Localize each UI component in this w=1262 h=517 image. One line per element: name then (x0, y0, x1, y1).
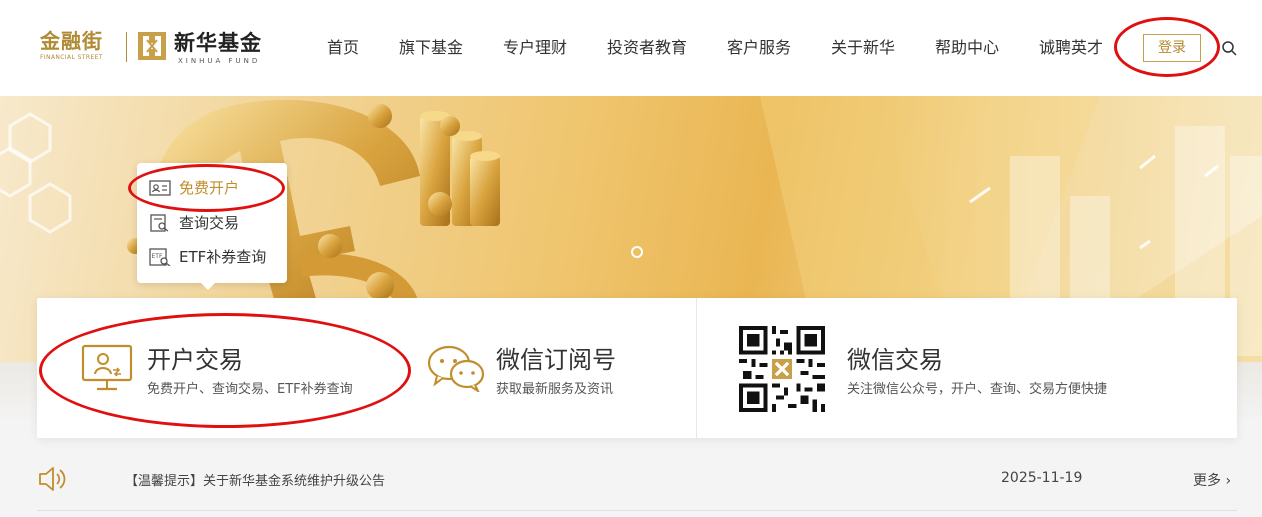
service-wechat-subscription-desc: 获取最新服务及资讯 (496, 382, 614, 397)
etf-search-icon: ETF (149, 248, 171, 266)
nav-item-home[interactable]: 首页 (327, 38, 359, 58)
nav-item-about[interactable]: 关于新华 (831, 38, 895, 58)
logo-divider (126, 32, 127, 62)
nav-item-customer-service[interactable]: 客户服务 (727, 38, 791, 58)
speaker-icon (39, 467, 66, 491)
xinhua-mark-icon (138, 32, 166, 60)
open-account-annotation-circle (128, 164, 285, 212)
notice-date: 2025-11-19 (1001, 470, 1083, 486)
service-wechat-subscription-title: 微信订阅号 (496, 346, 616, 374)
xinhua-logo-en: XINHUA FUND (178, 57, 261, 65)
nav-item-investor-education[interactable]: 投资者教育 (607, 38, 687, 58)
search-doc-icon (150, 214, 169, 232)
nav-item-funds[interactable]: 旗下基金 (399, 38, 463, 58)
financial-street-logo-cn: 金融街 (40, 29, 103, 53)
nav-item-help[interactable]: 帮助中心 (935, 38, 999, 58)
search-icon[interactable] (1221, 40, 1237, 56)
service-wechat-trade[interactable]: 微信交易 关注微信公众号，开户、查询、交易方便快捷 (737, 298, 1217, 438)
qr-code-icon (739, 326, 825, 412)
xinhua-fund-logo[interactable]: 新华基金 XINHUA FUND (138, 30, 278, 66)
xinhua-logo-cn: 新华基金 (174, 30, 262, 55)
service-wechat-trade-title: 微信交易 (847, 346, 943, 374)
nav-item-careers[interactable]: 诚聘英才 (1039, 38, 1103, 58)
service-wechat-subscription[interactable]: 微信订阅号 获取最新服务及资讯 (417, 298, 696, 438)
wechat-icon (427, 345, 485, 392)
financial-street-logo-en: FINANCIAL STREET (40, 54, 103, 61)
notice-divider (37, 510, 1237, 511)
service-wechat-trade-desc: 关注微信公众号，开户、查询、交易方便快捷 (847, 382, 1108, 397)
financial-street-logo[interactable]: 金融街 FINANCIAL STREET (40, 30, 120, 66)
quick-menu-query-trade-label: 查询交易 (179, 214, 240, 232)
site-header: 金融街 FINANCIAL STREET 新华基金 XINHUA FUND 首页… (0, 0, 1262, 96)
open-trade-annotation-circle (39, 313, 411, 428)
quick-menu-etf-query-label: ETF补券查询 (179, 248, 267, 266)
notice-bar: 【温馨提示】关于新华基金系统维护升级公告 2025-11-19 更多 › (37, 458, 1237, 502)
quick-menu-query-trade[interactable]: 查询交易 (149, 212, 279, 234)
card-divider (696, 298, 697, 438)
nav-item-special-accounts[interactable]: 专户理财 (503, 38, 567, 58)
notice-more-link[interactable]: 更多 › (1193, 470, 1231, 490)
login-annotation-circle (1114, 17, 1220, 77)
quick-menu-etf-query[interactable]: ETF ETF补券查询 (149, 246, 279, 268)
notice-link[interactable]: 【温馨提示】关于新华基金系统维护升级公告 (125, 470, 385, 489)
carousel-dot[interactable] (631, 246, 643, 258)
